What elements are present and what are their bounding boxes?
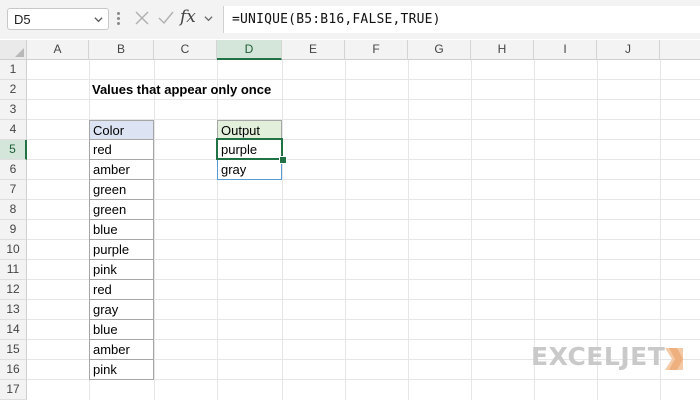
color-cell[interactable]: green: [89, 200, 154, 220]
column-header-a[interactable]: A: [27, 40, 89, 60]
column-header-d[interactable]: D: [217, 40, 282, 60]
row-header-15[interactable]: 15: [0, 340, 27, 360]
column-header-j[interactable]: J: [597, 40, 660, 60]
row-header-7[interactable]: 7: [0, 180, 27, 200]
logo-text: EXCELJET: [531, 342, 666, 371]
color-cell[interactable]: amber: [89, 160, 154, 180]
column-header-f[interactable]: F: [345, 40, 408, 60]
sheet-title[interactable]: Values that appear only once: [89, 80, 339, 100]
column-header-k[interactable]: [660, 40, 700, 60]
row-header-10[interactable]: 10: [0, 240, 27, 260]
fill-handle[interactable]: [279, 156, 287, 164]
color-cell[interactable]: blue: [89, 220, 154, 240]
formula-bar: D5 fx =UNIQUE(B5:B16,FALSE,TRUE): [0, 0, 700, 39]
row-header-6[interactable]: 6: [0, 160, 27, 180]
row-header-17[interactable]: 17: [0, 380, 27, 400]
row-header-5[interactable]: 5: [0, 140, 27, 160]
logo-mark-icon: [665, 348, 683, 370]
color-header-cell[interactable]: Color: [89, 120, 154, 140]
row-header-9[interactable]: 9: [0, 220, 27, 240]
color-cell[interactable]: gray: [89, 300, 154, 320]
row-header-2[interactable]: 2: [0, 80, 27, 100]
column-header-h[interactable]: H: [471, 40, 534, 60]
column-header-g[interactable]: G: [408, 40, 471, 60]
color-cell[interactable]: amber: [89, 340, 154, 360]
color-cell[interactable]: purple: [89, 240, 154, 260]
row-header-14[interactable]: 14: [0, 320, 27, 340]
chevron-down-icon[interactable]: [94, 15, 103, 24]
enter-check-icon[interactable]: [157, 10, 175, 26]
color-cell[interactable]: red: [89, 280, 154, 300]
color-cell[interactable]: pink: [89, 260, 154, 280]
row-header-1[interactable]: 1: [0, 60, 27, 80]
column-header-c[interactable]: C: [154, 40, 217, 60]
output-cell[interactable]: gray: [217, 160, 282, 180]
name-box-value: D5: [14, 12, 31, 27]
row-header-4[interactable]: 4: [0, 120, 27, 140]
color-cell[interactable]: blue: [89, 320, 154, 340]
name-box[interactable]: D5: [7, 8, 109, 30]
select-all-button[interactable]: [0, 40, 27, 60]
gridline: [217, 60, 218, 400]
gridline: [282, 60, 283, 400]
gridline: [408, 60, 409, 400]
more-options-icon[interactable]: [117, 12, 121, 27]
gridline: [154, 60, 155, 400]
row-header-11[interactable]: 11: [0, 260, 27, 280]
color-cell[interactable]: red: [89, 140, 154, 160]
color-cell[interactable]: pink: [89, 360, 154, 380]
column-header-b[interactable]: B: [89, 40, 154, 60]
insert-function-icon[interactable]: fx: [180, 7, 196, 27]
row-header-3[interactable]: 3: [0, 100, 27, 120]
chevron-down-icon[interactable]: [204, 14, 213, 23]
formula-input[interactable]: =UNIQUE(B5:B16,FALSE,TRUE): [223, 6, 700, 33]
row-header-8[interactable]: 8: [0, 200, 27, 220]
row-header-13[interactable]: 13: [0, 300, 27, 320]
row-header-16[interactable]: 16: [0, 360, 27, 380]
color-cell[interactable]: green: [89, 180, 154, 200]
gridline: [471, 60, 472, 400]
output-header-cell[interactable]: Output: [217, 120, 282, 140]
column-header-i[interactable]: I: [534, 40, 597, 60]
column-header-e[interactable]: E: [282, 40, 345, 60]
gridline: [345, 60, 346, 400]
row-header-12[interactable]: 12: [0, 280, 27, 300]
cancel-icon[interactable]: [134, 10, 150, 26]
output-cell[interactable]: purple: [217, 140, 282, 160]
formula-text: =UNIQUE(B5:B16,FALSE,TRUE): [232, 12, 441, 27]
